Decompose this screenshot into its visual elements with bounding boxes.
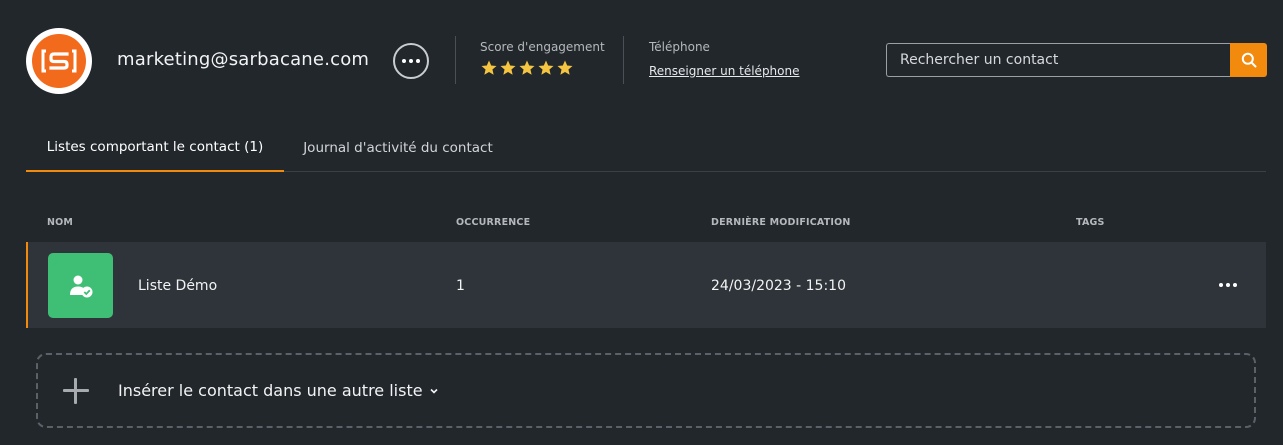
search-button[interactable] xyxy=(1230,43,1267,77)
tab-activity-log[interactable]: Journal d'activité du contact xyxy=(298,124,498,171)
add-phone-link[interactable]: Renseigner un téléphone xyxy=(649,64,800,78)
insert-into-list-button[interactable]: Insérer le contact dans une autre liste xyxy=(36,353,1256,428)
more-horizontal-icon xyxy=(1219,283,1223,287)
chevron-down-icon xyxy=(429,388,438,394)
sarbacane-logo-icon xyxy=(26,28,92,94)
more-horizontal-icon xyxy=(402,59,406,63)
search-icon xyxy=(1241,52,1256,68)
contact-tabs: Listes comportant le contact (1) Journal… xyxy=(26,124,1266,172)
star-icon xyxy=(538,60,554,75)
header-divider xyxy=(623,36,624,84)
table-row[interactable]: Liste Démo 1 24/03/2023 - 15:10 xyxy=(26,242,1266,328)
column-header-name: NOM xyxy=(47,217,74,228)
star-icon xyxy=(481,60,497,75)
engagement-stars xyxy=(480,59,574,77)
table-header: NOM OCCURRENCE DERNIÈRE MODIFICATION TAG… xyxy=(26,214,1266,242)
tab-lists[interactable]: Listes comportant le contact (1) xyxy=(26,124,284,172)
star-icon xyxy=(500,60,516,75)
list-icon xyxy=(48,253,113,318)
column-header-last-modified: DERNIÈRE MODIFICATION xyxy=(711,217,851,228)
contact-page: marketing@sarbacane.com Score d'engageme… xyxy=(0,0,1283,445)
list-last-modified: 24/03/2023 - 15:10 xyxy=(711,278,846,294)
contact-email: marketing@sarbacane.com xyxy=(117,49,370,70)
search-input[interactable] xyxy=(886,43,1230,77)
plus-icon xyxy=(61,376,91,406)
engagement-score-label: Score d'engagement xyxy=(480,40,605,54)
user-check-icon xyxy=(69,275,92,297)
header-divider xyxy=(455,36,456,84)
contact-header: marketing@sarbacane.com Score d'engageme… xyxy=(0,0,1283,120)
list-name[interactable]: Liste Démo xyxy=(138,278,217,294)
row-more-button[interactable] xyxy=(1216,277,1240,293)
column-header-tags: TAGS xyxy=(1076,217,1105,228)
contact-search xyxy=(886,43,1267,77)
insert-label: Insérer le contact dans une autre liste xyxy=(118,381,423,400)
column-header-occurrence: OCCURRENCE xyxy=(456,217,531,228)
star-icon xyxy=(557,60,573,75)
list-occurrence: 1 xyxy=(456,278,465,294)
more-options-button[interactable] xyxy=(393,43,429,79)
star-icon xyxy=(519,60,535,75)
phone-label: Téléphone xyxy=(649,40,710,54)
